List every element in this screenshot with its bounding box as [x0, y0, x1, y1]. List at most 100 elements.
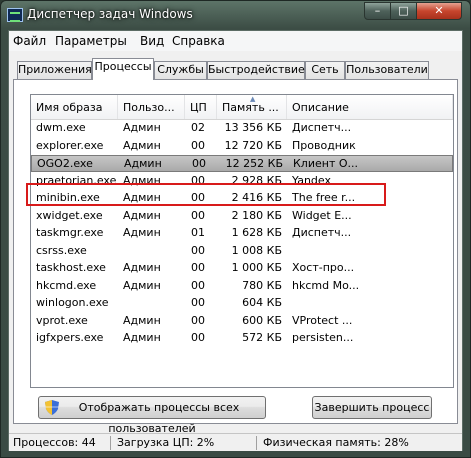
minimize-button[interactable]: – — [364, 2, 391, 20]
processes-panel: Имя образа Пользо... ЦП Память ... Описа… — [13, 79, 458, 435]
cell-user: Админ — [123, 191, 161, 204]
cell-cpu: 01 — [191, 226, 205, 239]
menu-view[interactable]: Вид — [140, 34, 164, 48]
cell-user: Админ — [124, 157, 162, 170]
cell-cpu: 00 — [192, 157, 206, 170]
process-row[interactable]: minibin.exe Админ 00 2 416 КБ The free r... — [31, 190, 453, 207]
cell-cpu: 00 — [191, 331, 205, 344]
process-list[interactable]: Имя образа Пользо... ЦП Память ... Описа… — [30, 94, 454, 388]
cell-user: Админ — [123, 278, 161, 292]
process-row[interactable]: taskhost.exe Админ 00 1 000 КБ Хост-про... — [31, 260, 453, 277]
show-all-processes-button[interactable]: Отображать процессы всех пользователей — [38, 396, 266, 435]
title-bar[interactable]: Диспетчер задач Windows – □ ✕ — [1, 1, 470, 29]
column-description[interactable]: Описание — [287, 95, 453, 119]
process-row[interactable]: explorer.exe Админ 00 12 720 КБ Проводник — [31, 138, 453, 155]
tab-performance[interactable]: Быстродействие — [207, 61, 305, 79]
cell-cpu: 00 — [191, 138, 205, 152]
cell-memory: 1 008 КБ — [231, 243, 282, 257]
client-area: Файл Параметры Вид Справка Приложения Пр… — [8, 30, 463, 451]
cell-image-name: OGO2.exe — [37, 157, 93, 170]
cell-memory: 1 628 КБ — [231, 226, 282, 239]
menu-file[interactable]: Файл — [13, 34, 46, 48]
process-row[interactable]: taskmgr.exe Админ 01 1 628 КБ Диспетч... — [31, 225, 453, 242]
sort-ascending-icon: ▲ — [250, 95, 256, 103]
cell-image-name: taskmgr.exe — [36, 226, 104, 239]
cell-cpu: 00 — [191, 208, 205, 222]
cell-description — [292, 244, 450, 259]
cell-user: Админ — [123, 121, 161, 134]
cell-memory: 12 252 КБ — [225, 157, 283, 170]
tab-network[interactable]: Сеть — [305, 61, 345, 79]
cell-memory: 572 КБ — [242, 331, 282, 344]
menu-help[interactable]: Справка — [172, 34, 225, 48]
cell-user: Админ — [123, 173, 161, 187]
column-user[interactable]: Пользо... — [118, 95, 185, 119]
cell-memory: 2 928 КБ — [231, 173, 282, 187]
menu-bar: Файл Параметры Вид Справка — [9, 31, 462, 51]
status-bar: Процессов: 44 Загрузка ЦП: 2% Физическая… — [9, 433, 462, 451]
tab-processes[interactable]: Процессы — [92, 58, 154, 80]
cell-user: Админ — [123, 261, 161, 274]
cell-description: Widget E... — [292, 208, 352, 222]
cell-image-name: minibin.exe — [36, 191, 100, 204]
process-row[interactable]: OGO2.exe Админ 00 12 252 КБ Клиент О... — [31, 155, 453, 172]
cell-image-name: csrss.exe — [36, 243, 87, 257]
cell-cpu: 00 — [191, 296, 205, 309]
cell-image-name: winlogon.exe — [36, 296, 109, 309]
cell-cpu: 00 — [191, 173, 205, 187]
cell-user: Админ — [123, 138, 161, 152]
cell-image-name: praetorian.exe — [36, 173, 117, 187]
process-row[interactable]: winlogon.exe 00 604 КБ — [31, 295, 453, 312]
process-row[interactable]: csrss.exe 00 1 008 КБ — [31, 243, 453, 260]
cell-description: Клиент О... — [293, 157, 359, 170]
status-memory: Физическая память: 28% — [263, 436, 409, 449]
tab-applications[interactable]: Приложения — [17, 61, 92, 79]
window-title: Диспетчер задач Windows — [27, 7, 193, 21]
show-all-label: Отображать процессы всех пользователей — [78, 401, 240, 435]
process-row[interactable]: hkcmd.exe Админ 00 780 КБ hkcmd Mo... — [31, 278, 453, 295]
cell-memory: 2 416 КБ — [231, 191, 282, 204]
cell-user: Админ — [123, 226, 161, 239]
menu-options[interactable]: Параметры — [55, 34, 127, 48]
cell-image-name: dwm.exe — [36, 121, 86, 134]
process-row[interactable]: dwm.exe Админ 02 13 356 КБ Диспетч... — [31, 120, 453, 137]
maximize-button[interactable]: □ — [390, 2, 417, 20]
tab-users[interactable]: Пользователи — [345, 61, 429, 79]
cell-user — [123, 244, 183, 259]
cell-user — [123, 296, 183, 311]
cell-image-name: taskhost.exe — [36, 261, 106, 274]
close-button[interactable]: ✕ — [416, 2, 462, 20]
cell-image-name: igfxpers.exe — [36, 331, 104, 344]
cell-cpu: 00 — [191, 261, 205, 274]
cell-user: Админ — [123, 208, 161, 222]
process-row[interactable]: vprot.exe Админ 00 600 КБ VProtect ... — [31, 313, 453, 330]
cell-memory: 604 КБ — [242, 296, 282, 309]
cell-description: The free r... — [292, 191, 356, 204]
cell-description — [292, 296, 450, 311]
cell-description: Диспетч... — [292, 226, 352, 239]
process-row[interactable]: praetorian.exe Админ 00 2 928 КБ Yandex — [31, 173, 453, 190]
status-cpu: Загрузка ЦП: 2% — [113, 436, 257, 450]
process-row[interactable]: xwidget.exe Админ 00 2 180 КБ Widget E... — [31, 208, 453, 225]
uac-shield-icon — [45, 400, 59, 415]
cell-description: Хост-про... — [292, 261, 355, 274]
cell-image-name: explorer.exe — [36, 138, 104, 152]
process-row[interactable]: igfxpers.exe Админ 00 572 КБ persisten... — [31, 330, 453, 347]
cell-cpu: 00 — [191, 278, 205, 292]
cell-cpu: 02 — [191, 121, 205, 134]
task-manager-app-icon — [7, 8, 23, 22]
cell-memory: 780 КБ — [242, 278, 282, 292]
tab-services[interactable]: Службы — [154, 61, 207, 79]
cell-description: Диспетч... — [292, 121, 352, 134]
column-image-name[interactable]: Имя образа — [31, 95, 118, 119]
cell-description: persisten... — [292, 331, 354, 344]
cell-memory: 2 180 КБ — [231, 208, 282, 222]
end-process-button[interactable]: Завершить процесс — [312, 396, 432, 419]
cell-cpu: 00 — [191, 191, 205, 204]
cell-description: hkcmd Mo... — [292, 278, 360, 292]
column-cpu[interactable]: ЦП — [185, 95, 217, 119]
cell-cpu: 00 — [191, 313, 205, 327]
column-header: Имя образа Пользо... ЦП Память ... Описа… — [31, 95, 453, 120]
cell-image-name: xwidget.exe — [36, 208, 103, 222]
cell-image-name: vprot.exe — [36, 313, 88, 327]
